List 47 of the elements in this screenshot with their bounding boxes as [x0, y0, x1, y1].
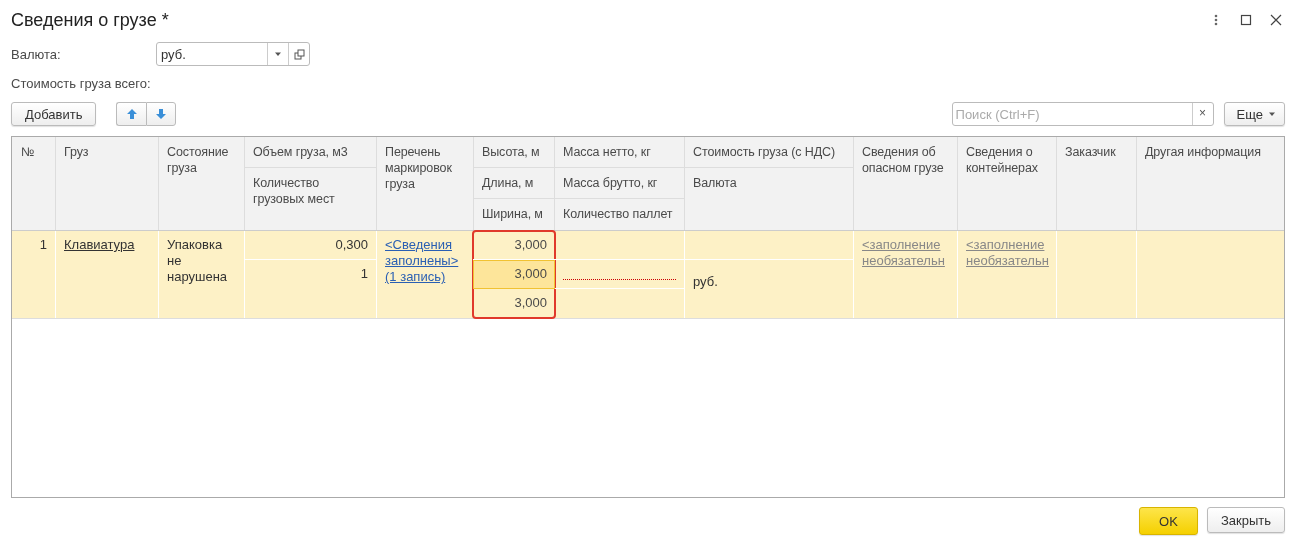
table-cell: руб. [693, 274, 718, 289]
column-header[interactable]: Другая информация [1137, 137, 1284, 229]
caret-icon[interactable] [1268, 111, 1276, 117]
column-header[interactable]: Ширина, м [474, 199, 554, 230]
add-button[interactable]: Добавить [11, 102, 97, 126]
column-header[interactable]: Масса брутто, кг [555, 168, 684, 199]
more-button[interactable]: Еще [1223, 102, 1285, 126]
markings-link[interactable]: <Сведения заполнены> (1 запись) [385, 237, 465, 285]
window-title: Сведения о грузе * [11, 9, 170, 31]
currency-label: Валюта: [11, 46, 62, 62]
table-cell: 1 [360, 266, 368, 281]
close-button[interactable]: Закрыть [1206, 507, 1285, 533]
move-up-button[interactable] [116, 102, 147, 126]
ok-button[interactable]: OK [1138, 507, 1198, 535]
column-header[interactable]: Количество паллет [555, 199, 684, 230]
column-header[interactable]: Сведения о контейнерах [958, 137, 1056, 229]
maximize-icon[interactable] [1239, 13, 1253, 27]
column-header[interactable]: Перечень маркировок груза [377, 137, 473, 229]
close-icon[interactable] [1269, 13, 1283, 27]
clear-button[interactable]: × [1191, 103, 1213, 125]
column-header[interactable]: Сведения об опасном грузе [854, 137, 957, 229]
column-header[interactable]: Груз [56, 137, 158, 229]
column-header[interactable]: Заказчик [1057, 137, 1136, 229]
column-header[interactable]: Валюта [685, 168, 853, 229]
row-number: 1 [39, 237, 47, 252]
table-cell: 0,300 [335, 237, 368, 252]
search-field[interactable]: Поиск (Ctrl+F) × [951, 102, 1214, 126]
column-header[interactable]: Высота, м [474, 137, 554, 168]
column-header[interactable]: Количество грузовых мест [245, 168, 376, 229]
move-down-button[interactable] [146, 102, 177, 126]
cargo-link[interactable]: Клавиатура [64, 237, 150, 253]
up-arrow-icon[interactable] [125, 108, 138, 120]
table-cell: Упаковка не нарушена [167, 237, 228, 284]
table-cell[interactable]: 3,000 [473, 260, 555, 289]
table-row[interactable]: 1 Клавиатура Упаковка не нарушена 0,300 1 <Сведения заполнены> (1 запись) 3,000 3,000 3,000 руб. <заполнение необязательн <заполнение необязательн [12, 231, 1284, 319]
column-header[interactable]: Стоимость груза (с НДС) [685, 137, 853, 168]
column-header[interactable]: Состояние груза [159, 137, 244, 229]
open-icon[interactable] [293, 48, 305, 60]
down-arrow-icon[interactable] [155, 108, 168, 120]
column-header[interactable]: № [12, 137, 55, 229]
column-header[interactable]: Длина, м [474, 168, 554, 199]
total-label: Стоимость груза всего: [11, 76, 152, 92]
table-cell[interactable]: 3,000 [473, 289, 555, 318]
column-header[interactable]: Масса нетто, кг [555, 137, 684, 168]
column-header[interactable]: Объем груза, м3 [245, 137, 376, 168]
dropdown-icon[interactable] [274, 51, 282, 57]
currency-field[interactable]: руб. [156, 42, 310, 66]
